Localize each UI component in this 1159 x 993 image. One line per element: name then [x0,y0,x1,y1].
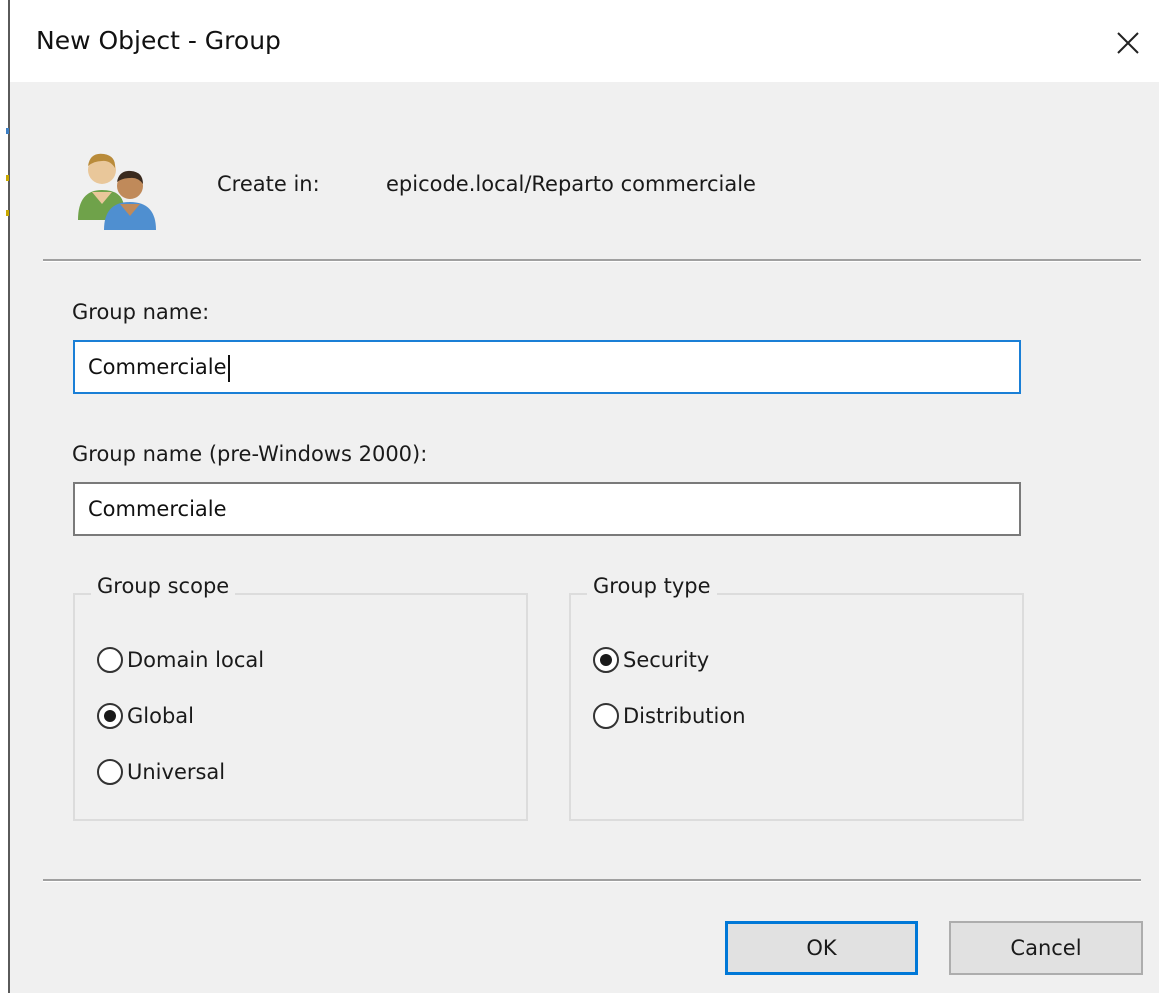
text-caret [227,354,230,382]
group-name-value: Commerciale [88,355,227,379]
radio-button[interactable] [97,703,123,729]
dialog-body: Create in: epicode.local/Reparto commerc… [10,82,1159,993]
group-scope-title: Group scope [91,574,236,598]
radio-label: Global [127,704,194,728]
pre2000-name-input[interactable]: Commerciale [73,482,1021,536]
radio-universal[interactable]: Universal [97,759,225,785]
close-button[interactable] [1097,4,1159,82]
create-in-path: epicode.local/Reparto commerciale [386,172,756,196]
ok-button[interactable]: OK [725,921,918,975]
group-type-title: Group type [587,574,717,598]
header-separator [43,259,1141,262]
radio-distribution[interactable]: Distribution [593,703,746,729]
group-type-box: Group type Security Distribution [569,574,1024,821]
group-name-label: Group name: [72,300,210,324]
close-icon [1117,32,1139,54]
window-title: New Object - Group [36,26,281,55]
radio-label: Distribution [623,704,746,728]
pre2000-name-value: Commerciale [88,497,227,521]
radio-button[interactable] [593,647,619,673]
title-bar: New Object - Group [10,4,1159,82]
user-group-icon [78,153,156,230]
radio-global[interactable]: Global [97,703,194,729]
cancel-button[interactable]: Cancel [949,921,1143,975]
pre2000-name-label: Group name (pre-Windows 2000): [72,442,428,466]
radio-button[interactable] [97,647,123,673]
radio-selected-dot [600,654,612,666]
radio-label: Security [623,648,710,672]
radio-button[interactable] [593,703,619,729]
radio-label: Domain local [127,648,265,672]
footer-separator [43,879,1141,882]
radio-selected-dot [104,710,116,722]
background-window-edge [0,0,10,993]
radio-domain-local[interactable]: Domain local [97,647,264,673]
radio-security[interactable]: Security [593,647,709,673]
radio-label: Universal [127,760,226,784]
group-name-input[interactable]: Commerciale [73,340,1021,394]
radio-button[interactable] [97,759,123,785]
create-in-label: Create in: [217,172,320,196]
group-scope-box: Group scope Domain local Global Universa… [73,574,528,821]
